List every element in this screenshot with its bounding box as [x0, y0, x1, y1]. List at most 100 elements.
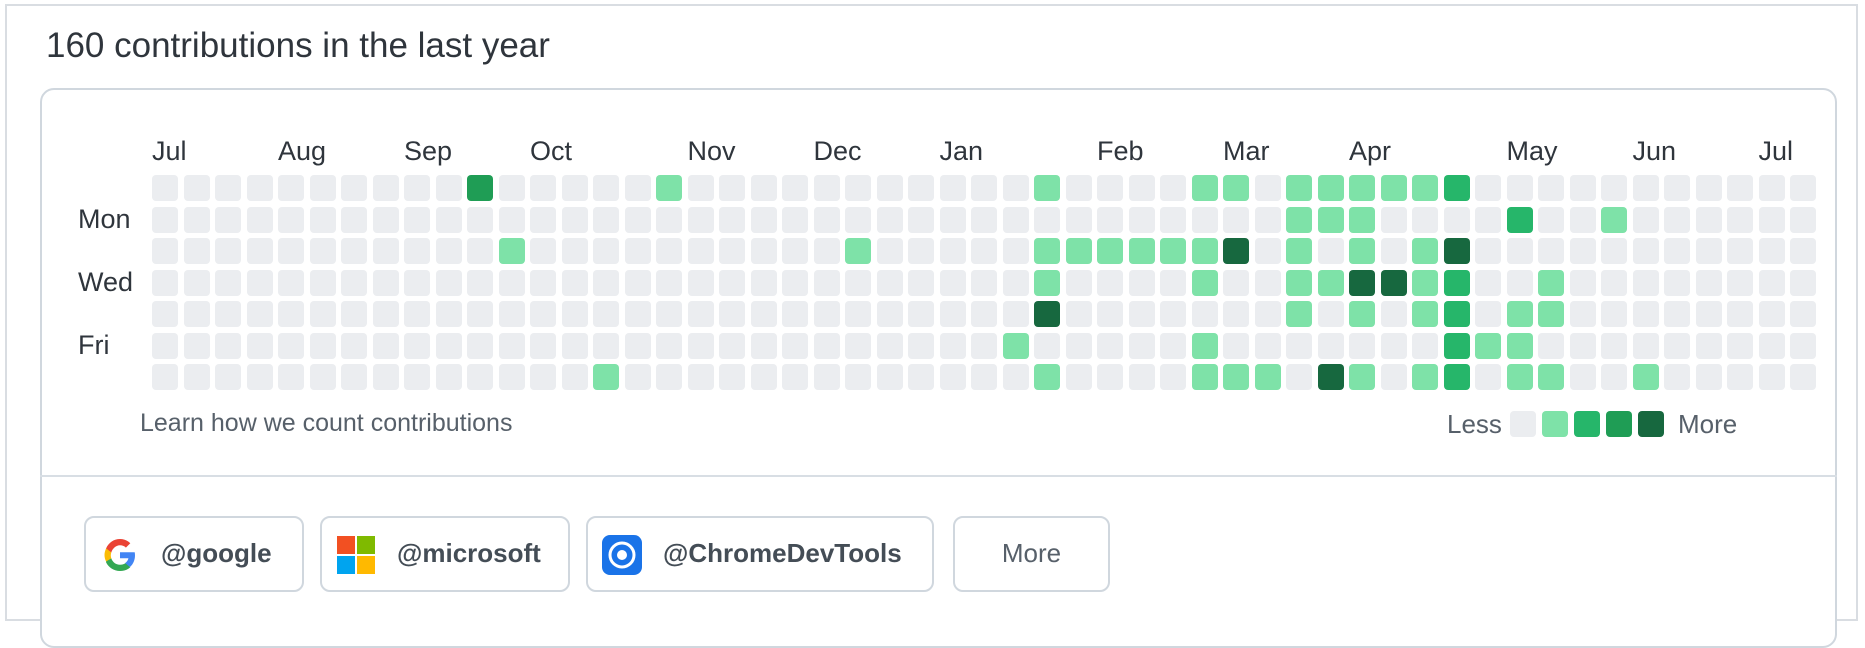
contribution-cell[interactable] — [1254, 332, 1281, 359]
contribution-cell[interactable] — [1349, 269, 1375, 296]
contribution-cell[interactable] — [467, 301, 493, 327]
contribution-cell[interactable] — [1002, 269, 1029, 296]
contribution-cell[interactable] — [939, 301, 966, 327]
contribution-cell[interactable] — [341, 301, 367, 327]
contribution-cell[interactable] — [687, 175, 714, 201]
contribution-cell[interactable] — [152, 175, 178, 201]
contribution-cell[interactable] — [152, 301, 178, 327]
contribution-cell[interactable] — [939, 206, 966, 233]
contribution-cell[interactable] — [1412, 269, 1438, 296]
contribution-cell[interactable] — [246, 269, 273, 296]
contribution-cell[interactable] — [719, 238, 745, 264]
contribution-cell[interactable] — [498, 269, 525, 296]
contribution-cell[interactable] — [1695, 332, 1722, 359]
contribution-cell[interactable] — [750, 175, 777, 201]
contribution-cell[interactable] — [1160, 269, 1186, 296]
contribution-cell[interactable] — [404, 332, 430, 359]
contribution-cell[interactable] — [467, 269, 493, 296]
contribution-cell[interactable] — [1695, 175, 1722, 201]
contribution-cell[interactable] — [1538, 364, 1564, 390]
contribution-cell[interactable] — [1254, 301, 1281, 327]
contribution-cell[interactable] — [845, 301, 871, 327]
contribution-cell[interactable] — [183, 175, 210, 201]
contribution-cell[interactable] — [561, 269, 588, 296]
contribution-cell[interactable] — [246, 206, 273, 233]
contribution-cell[interactable] — [1254, 269, 1281, 296]
contribution-cell[interactable] — [1097, 301, 1123, 327]
contribution-cell[interactable] — [1286, 238, 1312, 264]
contribution-cell[interactable] — [1034, 206, 1060, 233]
contribution-cell[interactable] — [1601, 364, 1627, 390]
contribution-cell[interactable] — [1695, 238, 1722, 264]
contribution-cell[interactable] — [404, 301, 430, 327]
contribution-cell[interactable] — [1601, 175, 1627, 201]
contribution-cell[interactable] — [750, 238, 777, 264]
contribution-cell[interactable] — [1664, 301, 1690, 327]
contribution-cell[interactable] — [1443, 206, 1470, 233]
contribution-cell[interactable] — [1286, 301, 1312, 327]
contribution-cell[interactable] — [278, 364, 304, 390]
contribution-cell[interactable] — [719, 301, 745, 327]
contribution-cell[interactable] — [1317, 332, 1344, 359]
contribution-cell[interactable] — [1758, 269, 1785, 296]
contribution-cell[interactable] — [1002, 364, 1029, 390]
contribution-cell[interactable] — [372, 364, 399, 390]
contribution-cell[interactable] — [1758, 206, 1785, 233]
contribution-cell[interactable] — [1506, 175, 1533, 201]
contribution-cell[interactable] — [467, 175, 493, 201]
contribution-cell[interactable] — [1254, 175, 1281, 201]
contribution-cell[interactable] — [1538, 332, 1564, 359]
contribution-cell[interactable] — [1632, 175, 1659, 201]
contribution-cell[interactable] — [1727, 206, 1753, 233]
contribution-cell[interactable] — [1380, 332, 1407, 359]
contribution-cell[interactable] — [404, 269, 430, 296]
contribution-cell[interactable] — [246, 364, 273, 390]
contribution-cell[interactable] — [309, 269, 336, 296]
contribution-cell[interactable] — [1065, 206, 1092, 233]
contribution-cell[interactable] — [1538, 269, 1564, 296]
contribution-cell[interactable] — [1160, 301, 1186, 327]
contribution-cell[interactable] — [246, 301, 273, 327]
contribution-cell[interactable] — [813, 175, 840, 201]
contribution-cell[interactable] — [1034, 301, 1060, 327]
contribution-cell[interactable] — [908, 364, 934, 390]
contribution-cell[interactable] — [1191, 364, 1218, 390]
contribution-cell[interactable] — [1601, 238, 1627, 264]
contribution-cell[interactable] — [1317, 301, 1344, 327]
contribution-cell[interactable] — [1128, 269, 1155, 296]
contribution-cell[interactable] — [309, 364, 336, 390]
contribution-cell[interactable] — [656, 269, 682, 296]
contribution-cell[interactable] — [876, 238, 903, 264]
contribution-cell[interactable] — [782, 332, 808, 359]
contribution-cell[interactable] — [1223, 332, 1249, 359]
contribution-cell[interactable] — [876, 301, 903, 327]
contribution-cell[interactable] — [1664, 238, 1690, 264]
contribution-cell[interactable] — [498, 238, 525, 264]
contribution-cell[interactable] — [1380, 301, 1407, 327]
contribution-cell[interactable] — [1349, 332, 1375, 359]
contribution-cell[interactable] — [845, 364, 871, 390]
contribution-cell[interactable] — [687, 332, 714, 359]
contribution-cell[interactable] — [593, 269, 619, 296]
contribution-cell[interactable] — [1443, 364, 1470, 390]
contribution-cell[interactable] — [593, 301, 619, 327]
contribution-cell[interactable] — [246, 175, 273, 201]
contribution-cell[interactable] — [1254, 364, 1281, 390]
contribution-cell[interactable] — [278, 269, 304, 296]
contribution-cell[interactable] — [750, 332, 777, 359]
contribution-cell[interactable] — [1128, 238, 1155, 264]
contribution-cell[interactable] — [1223, 301, 1249, 327]
contribution-cell[interactable] — [971, 364, 997, 390]
contribution-cell[interactable] — [1569, 175, 1596, 201]
contribution-cell[interactable] — [939, 238, 966, 264]
contribution-cell[interactable] — [341, 206, 367, 233]
contribution-cell[interactable] — [1475, 332, 1501, 359]
contribution-cell[interactable] — [1569, 301, 1596, 327]
contribution-cell[interactable] — [1632, 301, 1659, 327]
contribution-cell[interactable] — [1286, 332, 1312, 359]
contribution-cell[interactable] — [1475, 206, 1501, 233]
contribution-cell[interactable] — [782, 206, 808, 233]
contribution-cell[interactable] — [183, 269, 210, 296]
contribution-cell[interactable] — [719, 269, 745, 296]
contribution-cell[interactable] — [1506, 301, 1533, 327]
